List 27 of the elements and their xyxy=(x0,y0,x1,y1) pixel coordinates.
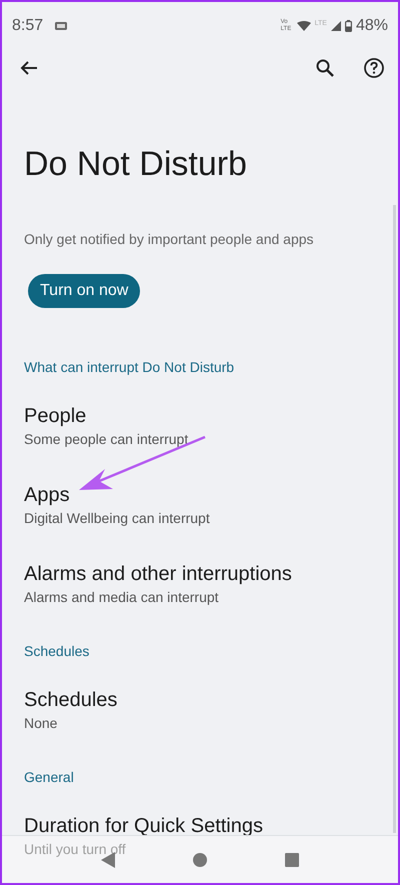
section-header: What can interrupt Do Not Disturb xyxy=(24,359,236,375)
status-time: 8:57 xyxy=(12,17,44,35)
battery-percent: 48% xyxy=(356,17,388,35)
search-icon[interactable] xyxy=(316,59,334,77)
recents-square-icon[interactable] xyxy=(285,852,299,866)
setting-summary: None xyxy=(24,714,58,732)
wifi-icon xyxy=(296,21,311,31)
section-header: Schedules xyxy=(24,643,90,659)
section-header: General xyxy=(24,769,75,785)
description-text: Only get notified by important people and apps xyxy=(24,231,315,247)
signal-icon xyxy=(330,21,341,31)
setting-title[interactable]: Duration for Quick Settings xyxy=(24,814,398,838)
setting-summary: Some people can interrupt xyxy=(24,430,190,448)
home-circle-icon[interactable] xyxy=(193,852,207,866)
setting-summary: Alarms and media can interrupt xyxy=(24,588,220,606)
setting-title[interactable]: Apps xyxy=(24,483,398,507)
help-icon[interactable] xyxy=(364,58,384,78)
back-arrow-icon[interactable] xyxy=(20,60,38,76)
sim-card-icon xyxy=(55,22,68,30)
setting-summary: Until you turn off xyxy=(24,840,127,858)
setting-title[interactable]: Schedules xyxy=(24,688,398,712)
setting-summary: Digital Wellbeing can interrupt xyxy=(24,509,211,527)
battery-icon xyxy=(344,20,352,32)
setting-title[interactable]: Alarms and other interruptions xyxy=(24,562,398,586)
turn-on-now-button[interactable]: Turn on now xyxy=(28,274,140,308)
setting-title[interactable]: People xyxy=(24,404,398,428)
page-title: Do Not Disturb xyxy=(24,145,248,184)
